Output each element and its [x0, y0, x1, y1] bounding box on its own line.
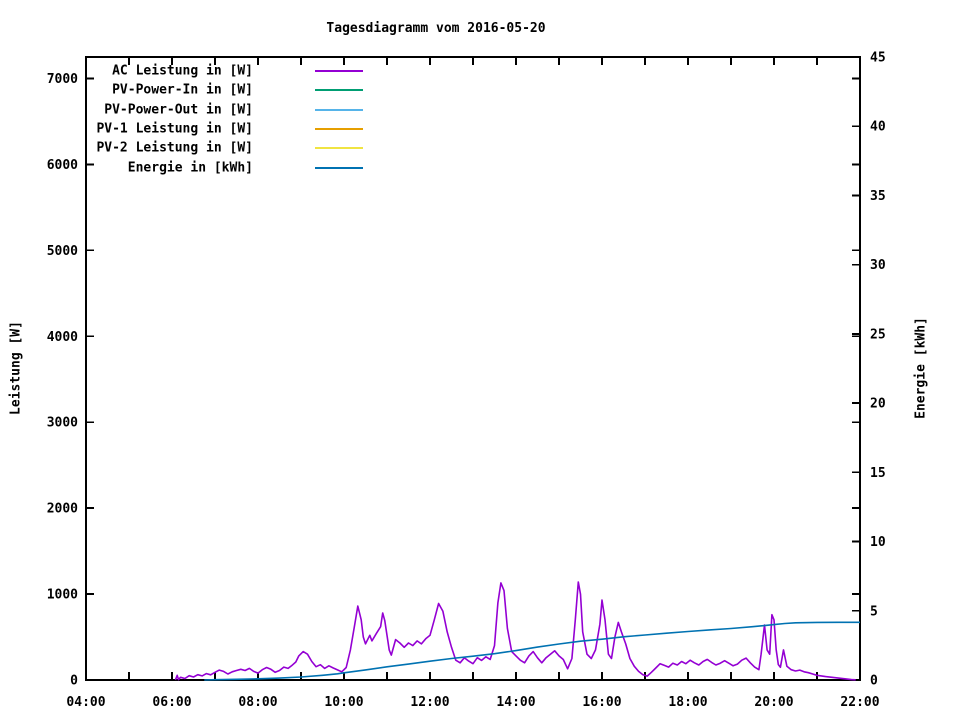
y-left-tick-label: 2000: [47, 502, 78, 517]
y-right-tick-label: 25: [870, 327, 886, 342]
x-tick-label: 06:00: [152, 695, 191, 710]
y-right-tick-label: 30: [870, 258, 886, 273]
x-tick-label: 22:00: [840, 695, 879, 710]
y-right-tick-label: 35: [870, 189, 886, 204]
series-line-ac-leistung-in-w: [174, 581, 856, 681]
y-right-tick-label: 5: [870, 604, 878, 619]
x-tick-label: 14:00: [496, 695, 535, 710]
y-left-tick-label: 1000: [47, 588, 78, 603]
y-right-tick-label: 40: [870, 120, 886, 135]
x-tick-label: 10:00: [324, 695, 363, 710]
y-right-tick-label: 20: [870, 397, 886, 412]
y-right-tick-label: 0: [870, 674, 878, 689]
y-left-tick-label: 5000: [47, 244, 78, 259]
y-right-tick-label: 45: [870, 51, 886, 66]
x-tick-label: 08:00: [238, 695, 277, 710]
y-left-tick-label: 6000: [47, 158, 78, 173]
plot-border: [85, 56, 861, 681]
y-left-tick-label: 0: [70, 674, 78, 689]
y-left-tick-label: 4000: [47, 330, 78, 345]
x-tick-label: 12:00: [410, 695, 449, 710]
x-tick-label: 20:00: [754, 695, 793, 710]
x-tick-label: 18:00: [668, 695, 707, 710]
tagesdiagramm-chart: Tagesdiagramm vom 2016-05-20 Leistung [W…: [0, 0, 960, 720]
x-tick-label: 16:00: [582, 695, 621, 710]
y-right-tick-label: 15: [870, 466, 886, 481]
y-left-tick-label: 7000: [47, 72, 78, 87]
y-right-tick-label: 10: [870, 535, 886, 550]
x-tick-label: 04:00: [66, 695, 105, 710]
y-left-tick-label: 3000: [47, 416, 78, 431]
plot-area: 04:00 06:00 08:00 10:00 12:00 14:00 16:00 18:00…: [47, 51, 886, 711]
